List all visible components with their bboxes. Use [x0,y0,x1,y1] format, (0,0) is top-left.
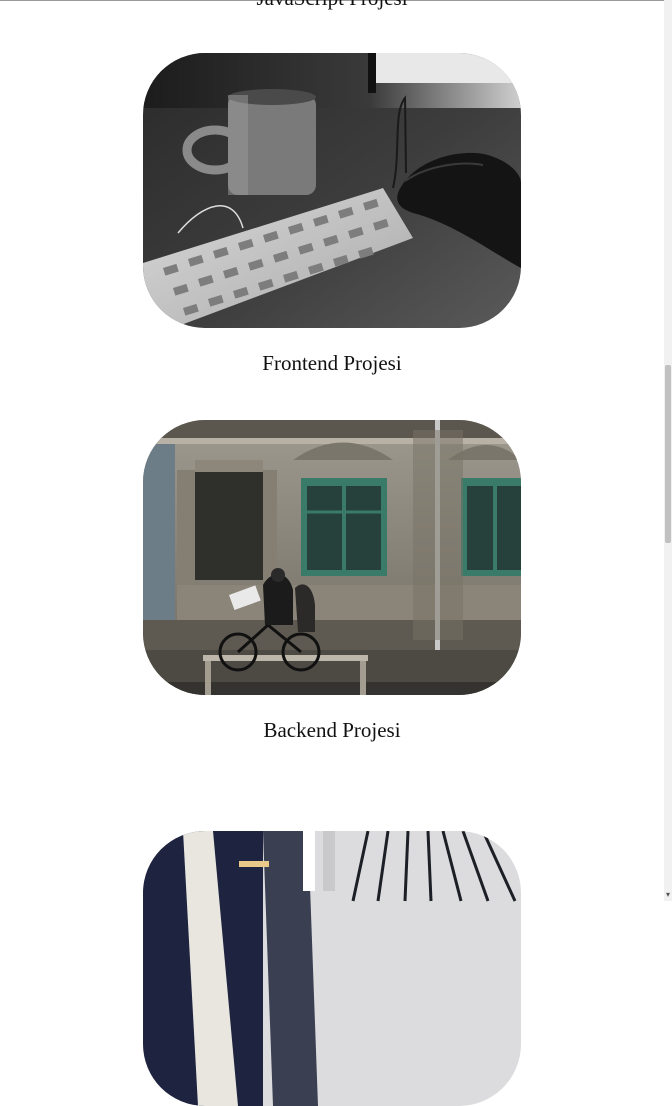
third-project-image[interactable] [143,831,521,1106]
backend-project-title[interactable]: Backend Projesi [0,718,664,742]
building-photo [143,831,521,1106]
vertical-scrollbar[interactable]: ▾ [664,0,672,901]
project-list: JavaScript Projesi [0,0,664,1106]
scroll-down-arrow-icon[interactable]: ▾ [664,891,672,899]
scrollbar-thumb[interactable] [665,365,671,543]
frontend-project-image[interactable] [143,53,521,328]
backend-project-image[interactable] [143,420,521,695]
desk-photo [143,53,521,328]
frontend-project-title[interactable]: Frontend Projesi [0,351,664,375]
partial-section-title: JavaScript Projesi [0,0,664,11]
street-photo [143,420,521,695]
